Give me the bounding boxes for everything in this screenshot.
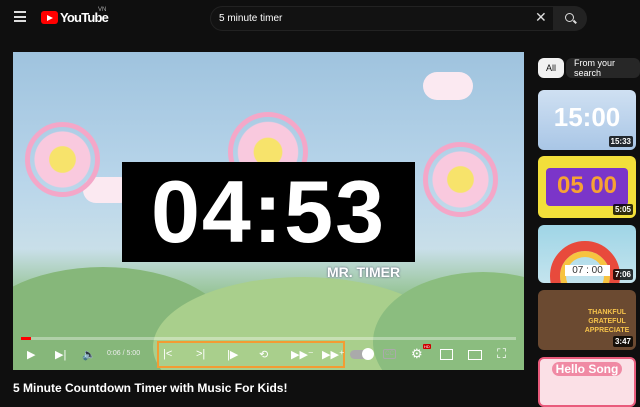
- youtube-logo[interactable]: YouTube VN: [41, 10, 108, 25]
- skip-end-button[interactable]: >|: [196, 345, 205, 363]
- skip-start-button[interactable]: |<: [163, 345, 172, 363]
- frame-step-button[interactable]: |▶: [227, 345, 238, 363]
- duration-badge: 5:05: [613, 204, 633, 215]
- thumb-text: Hello Song: [552, 362, 622, 376]
- top-bar: YouTube VN ✕: [0, 0, 640, 36]
- video-thumbnail[interactable]: 05 00 5:05: [538, 156, 636, 218]
- video-player[interactable]: 04:53 MR. TIMER ▶ ▶| 🔈 0:06 / 5:00 |< >|…: [13, 52, 524, 370]
- video-thumbnail[interactable]: 15:00 15:33: [538, 90, 636, 150]
- duration-badge: 3:47: [613, 336, 633, 347]
- speed-down-button[interactable]: ▶▶⁻: [291, 345, 314, 363]
- menu-icon[interactable]: [14, 11, 26, 22]
- captions-button[interactable]: CC: [383, 349, 396, 359]
- clear-search-icon[interactable]: ✕: [535, 10, 547, 24]
- chip-from-your-search[interactable]: From your search: [566, 58, 640, 78]
- speed-up-button[interactable]: ▶▶⁺: [322, 345, 345, 363]
- autoplay-toggle[interactable]: [350, 350, 372, 359]
- video-title: 5 Minute Countdown Timer with Music For …: [13, 381, 287, 395]
- miniplayer-button[interactable]: [440, 349, 453, 360]
- duration-badge: 7:06: [613, 269, 633, 280]
- search-icon: [565, 13, 574, 22]
- flower: [423, 142, 498, 217]
- search-button[interactable]: [553, 6, 587, 31]
- cloud: [423, 72, 473, 100]
- next-button[interactable]: ▶|: [55, 345, 66, 363]
- volume-button[interactable]: 🔈: [82, 345, 96, 363]
- thumb-text: 07 : 00: [565, 265, 610, 276]
- play-button[interactable]: ▶: [27, 345, 35, 363]
- duration-badge: 15:33: [609, 136, 633, 147]
- timer-text: 04:53: [151, 161, 386, 263]
- progress-bar[interactable]: [21, 337, 516, 340]
- flower: [25, 122, 100, 197]
- search-input[interactable]: [219, 13, 519, 24]
- extension-controls-highlight: [157, 341, 345, 368]
- thumb-text: 05 00: [538, 172, 636, 200]
- rainbow: [550, 241, 620, 283]
- timer-display: 04:53: [122, 162, 415, 262]
- video-thumbnail[interactable]: 07 : 00 7:06: [538, 225, 636, 283]
- region-code: VN: [98, 7, 106, 13]
- youtube-play-icon: [41, 11, 58, 24]
- progress-fill: [21, 337, 31, 340]
- search-box: [210, 6, 555, 31]
- chip-all[interactable]: All: [538, 58, 564, 78]
- hd-badge: HD: [423, 344, 431, 349]
- settings-gear-icon[interactable]: ⚙: [411, 345, 423, 363]
- loop-button[interactable]: ⟲: [259, 345, 268, 363]
- thumb-text: THANKFUL GRATEFUL APPRECIATE: [578, 308, 636, 335]
- video-thumbnail[interactable]: THANKFUL GRATEFUL APPRECIATE 3:47: [538, 290, 636, 350]
- channel-brand: MR. TIMER: [327, 264, 400, 280]
- theater-mode-button[interactable]: [468, 350, 482, 360]
- fullscreen-button[interactable]: ⛶: [497, 345, 506, 363]
- thumb-text: 15:00: [538, 102, 636, 133]
- time-display: 0:06 / 5:00: [107, 350, 140, 357]
